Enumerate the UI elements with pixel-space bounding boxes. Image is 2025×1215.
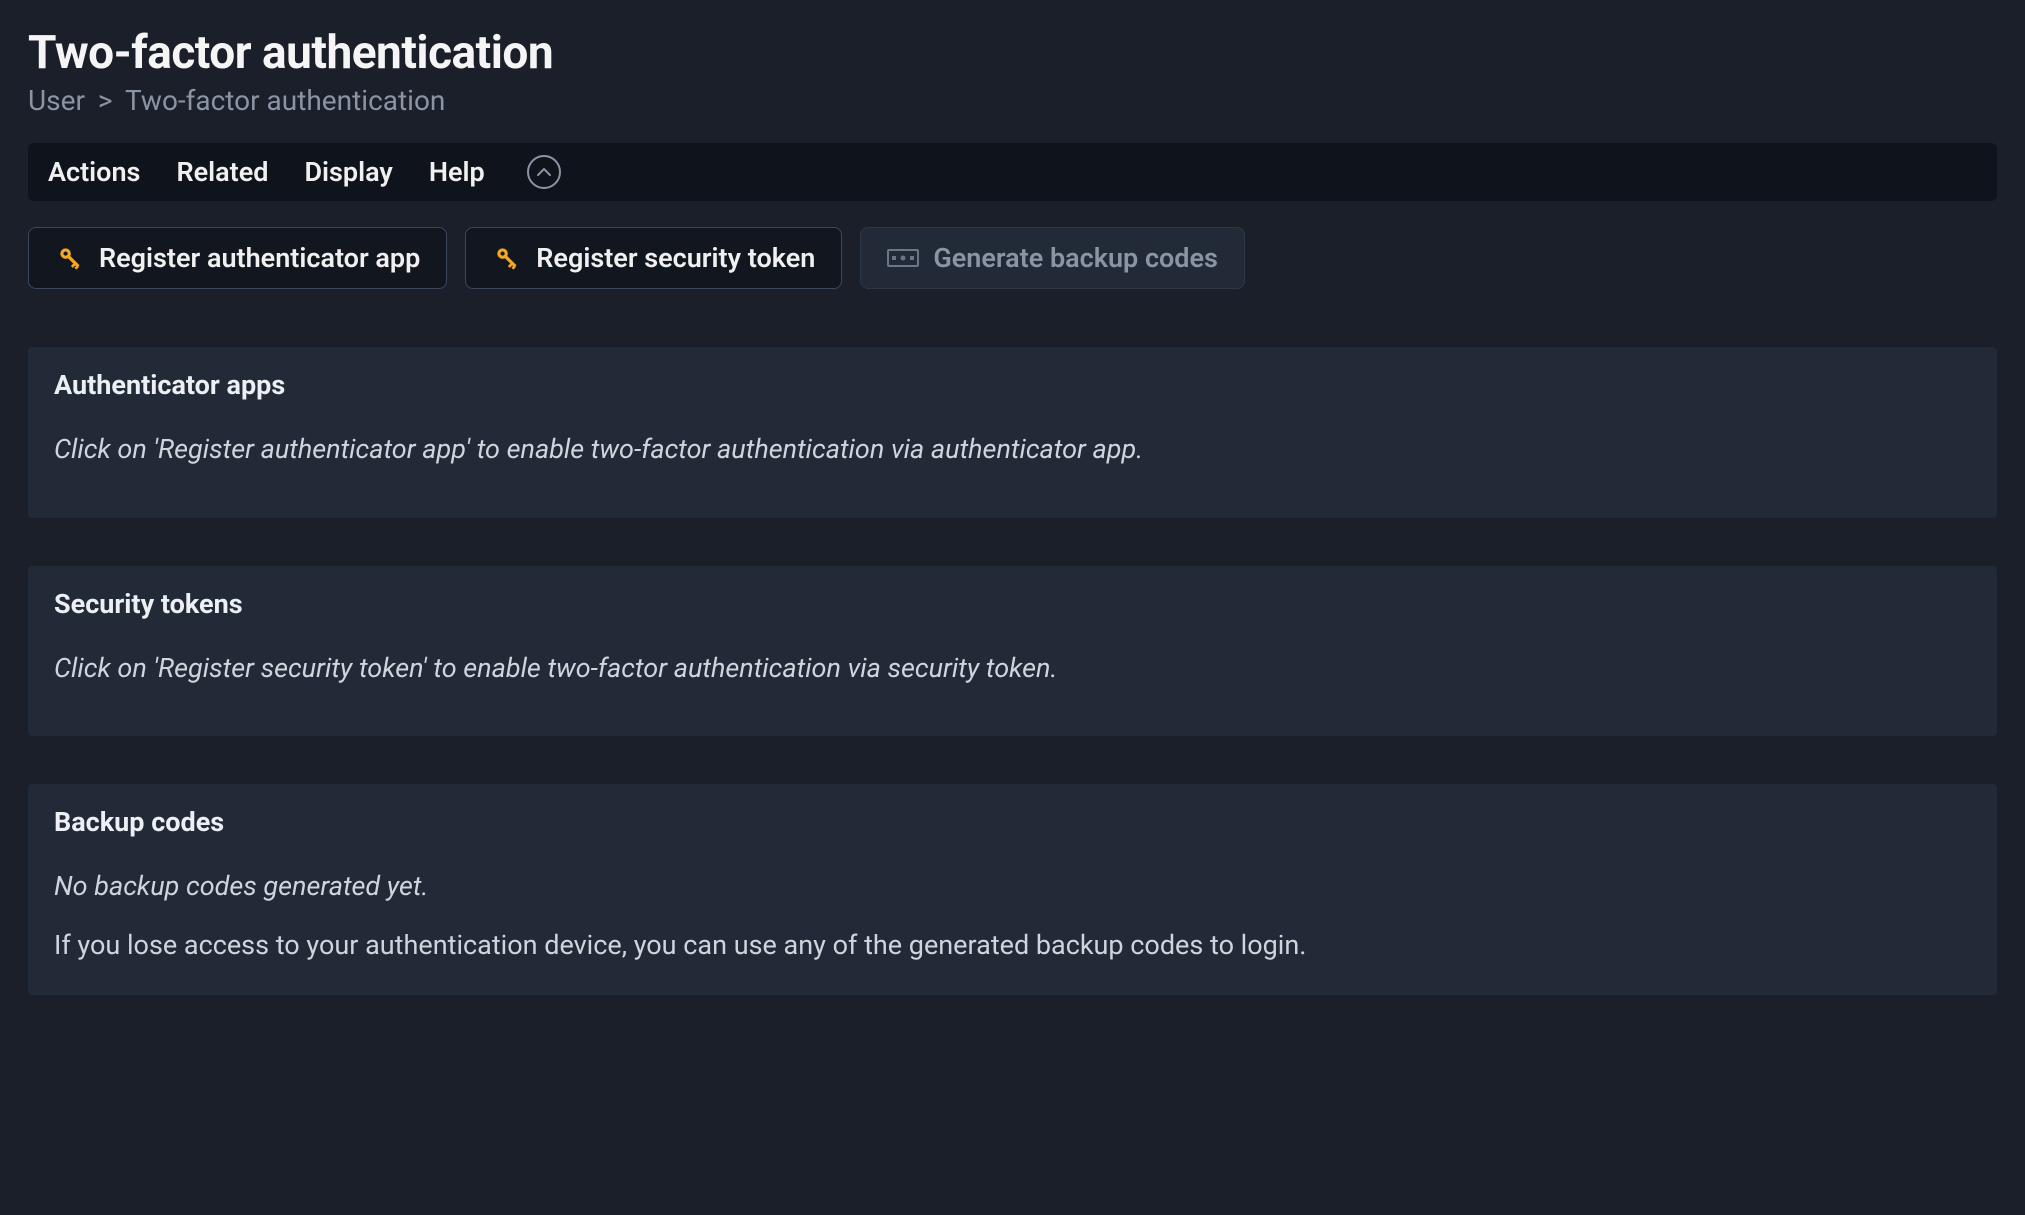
authenticator-apps-section: Authenticator apps Click on 'Register au… <box>28 347 1997 518</box>
menu-related[interactable]: Related <box>176 156 268 188</box>
register-authenticator-button[interactable]: Register authenticator app <box>28 227 447 289</box>
generate-backup-codes-label: Generate backup codes <box>933 242 1218 274</box>
ticket-icon <box>887 247 919 269</box>
register-token-button[interactable]: Register security token <box>465 227 842 289</box>
chevron-up-icon <box>537 167 551 177</box>
page-title: Two-factor authentication <box>28 26 1997 80</box>
security-tokens-section: Security tokens Click on 'Register secur… <box>28 566 1997 737</box>
menu-display[interactable]: Display <box>304 156 392 188</box>
backup-codes-empty: No backup codes generated yet. <box>54 866 1971 907</box>
backup-codes-section: Backup codes No backup codes generated y… <box>28 784 1997 995</box>
menubar: Actions Related Display Help <box>28 143 1997 201</box>
breadcrumb-separator: > <box>92 84 119 117</box>
menu-help[interactable]: Help <box>429 156 485 188</box>
breadcrumb: User > Two-factor authentication <box>28 84 1997 117</box>
backup-codes-info: If you lose access to your authenticatio… <box>54 925 1971 966</box>
key-icon <box>492 243 522 273</box>
register-token-label: Register security token <box>536 242 815 274</box>
authenticator-apps-title: Authenticator apps <box>54 369 1971 401</box>
security-tokens-title: Security tokens <box>54 588 1971 620</box>
generate-backup-codes-button: Generate backup codes <box>860 227 1245 289</box>
key-icon <box>55 243 85 273</box>
collapse-menu-button[interactable] <box>527 155 561 189</box>
register-authenticator-label: Register authenticator app <box>99 242 420 274</box>
breadcrumb-root[interactable]: User <box>28 84 85 117</box>
security-tokens-body: Click on 'Register security token' to en… <box>54 648 1971 689</box>
backup-codes-title: Backup codes <box>54 806 1971 838</box>
breadcrumb-current: Two-factor authentication <box>125 84 445 117</box>
action-buttons: Register authenticator app Register secu… <box>28 227 1997 289</box>
menu-actions[interactable]: Actions <box>48 156 140 188</box>
authenticator-apps-body: Click on 'Register authenticator app' to… <box>54 429 1971 470</box>
